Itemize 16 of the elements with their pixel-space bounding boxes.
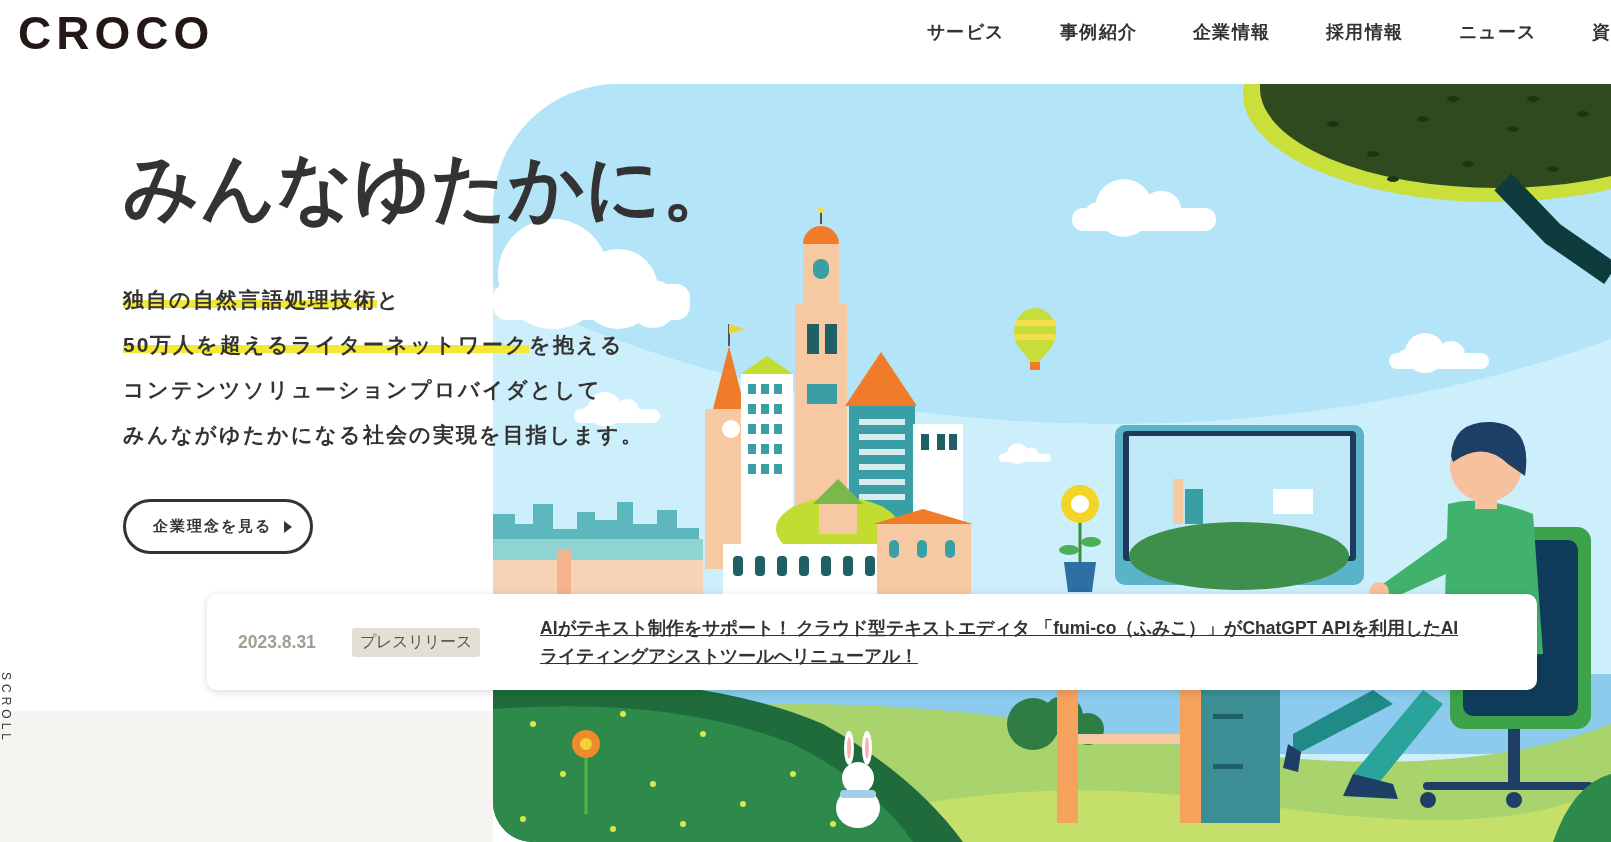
scroll-label: SCROLL xyxy=(0,672,12,745)
philosophy-button[interactable]: 企業理念を見る xyxy=(123,499,313,554)
cloud xyxy=(999,443,1051,465)
hot-air-balloon xyxy=(1014,308,1056,370)
nav-link[interactable]: 事例紹介 xyxy=(1059,22,1138,44)
nav-link[interactable]: 企業情報 xyxy=(1192,22,1271,44)
nav-link[interactable]: サービス xyxy=(926,22,1005,44)
nav-link[interactable]: ニュース xyxy=(1458,22,1537,44)
category-tag: プレスリリース xyxy=(352,627,480,657)
news-link[interactable]: AIがテキスト制作をサポート！ クラウド型テキストエディタ 「fumi-co（ふみこ）」がChatGPT APIを利用したAIライティングアシストツールへリニューアル！ xyxy=(540,614,1465,670)
headline: みんなゆたかに。 xyxy=(123,144,737,231)
caret-icon xyxy=(283,520,292,533)
nav-link[interactable]: 資 xyxy=(1591,22,1611,44)
logo[interactable]: CROCO xyxy=(18,10,215,56)
news-date: 2023.8.31 xyxy=(238,631,317,653)
nav-link[interactable]: 採用情報 xyxy=(1325,22,1404,44)
